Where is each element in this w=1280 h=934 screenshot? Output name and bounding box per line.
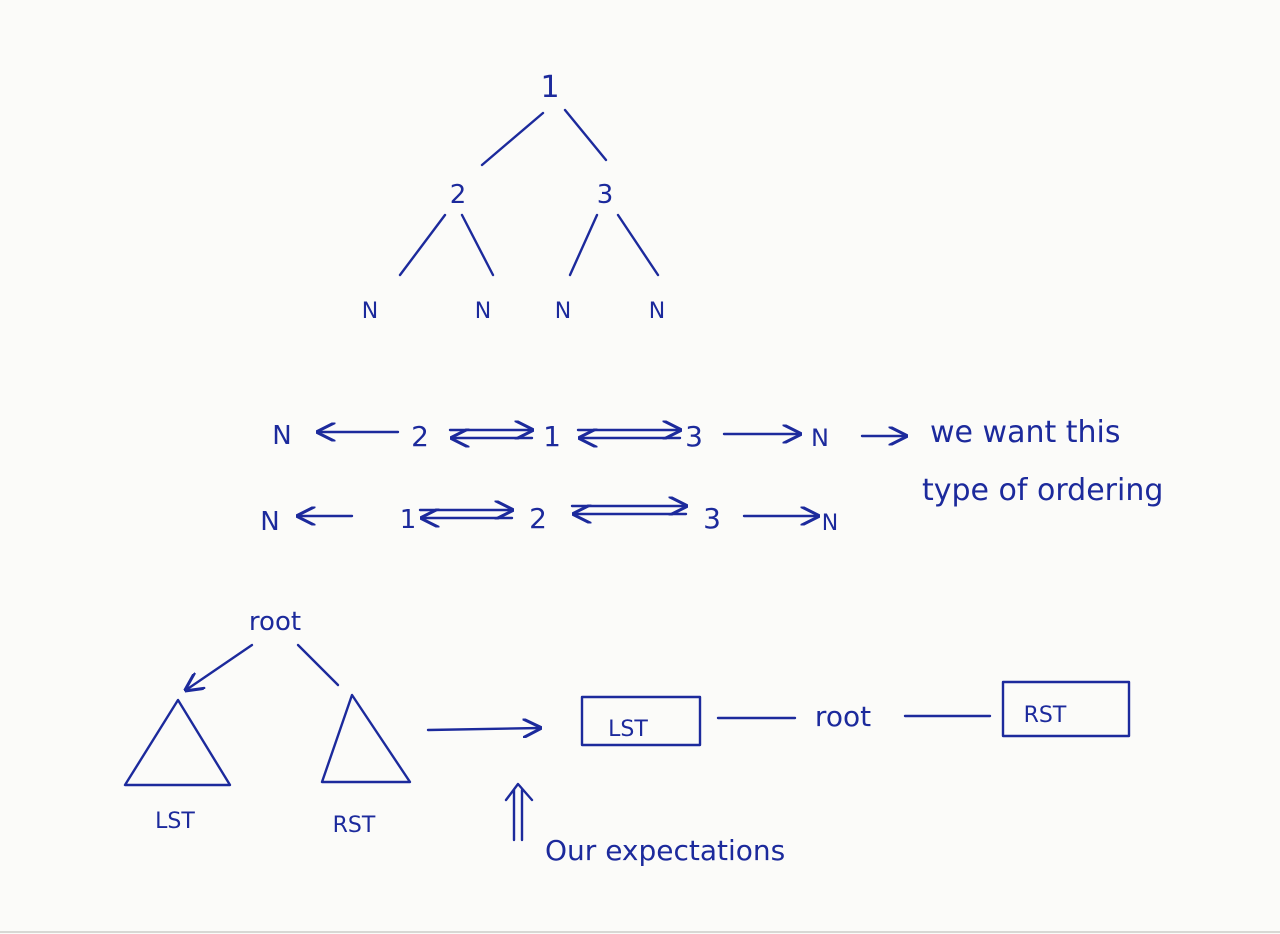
box-middle-label: root — [815, 700, 871, 733]
right-subtree-triangle — [320, 693, 412, 784]
tree-leaf: N — [362, 299, 378, 324]
binary-tree: 1 2 3 N N N N — [362, 70, 665, 324]
list-node: 2 — [411, 420, 429, 453]
list-node: 3 — [703, 502, 721, 535]
note-line-2: type of ordering — [922, 473, 1163, 508]
list-node: N — [272, 421, 291, 451]
note-line-1: we want this — [930, 415, 1121, 450]
ordering-row-1: N 2 1 3 N — [272, 420, 906, 453]
tree-leaf: N — [475, 299, 491, 324]
list-node: 1 — [543, 420, 561, 453]
tree-leaf: N — [555, 299, 571, 324]
list-node: N — [811, 424, 829, 452]
list-node: 2 — [529, 502, 547, 535]
left-subtree-label: LST — [155, 809, 195, 834]
tree-node-right: 3 — [597, 180, 614, 210]
box-right-label: RST — [1024, 703, 1067, 728]
root-label: root — [249, 607, 301, 637]
ordering-row-2: N 1 2 3 N — [260, 502, 838, 537]
transform-arrow — [426, 728, 540, 730]
double-up-arrow-icon — [504, 782, 534, 842]
edge-to-left-subtree — [186, 643, 254, 690]
list-node: 1 — [400, 505, 417, 535]
list-node: N — [260, 507, 279, 537]
box-left-label: LST — [608, 717, 648, 742]
tree-edge — [460, 213, 495, 277]
left-subtree-triangle — [123, 698, 232, 787]
tree-node-left: 2 — [450, 180, 467, 210]
caption: Our expectations — [545, 834, 785, 867]
right-subtree-label: RST — [333, 813, 376, 838]
tree-node-root: 1 — [540, 70, 559, 105]
tree-edge — [616, 213, 660, 277]
list-node: N — [822, 511, 838, 536]
tree-edge — [568, 213, 599, 277]
tree-edge — [398, 213, 447, 277]
subtree-diagram: root LST RST Our expectations LST root R… — [123, 607, 1131, 867]
edge-to-right-subtree — [296, 643, 340, 687]
tree-leaf: N — [649, 299, 665, 324]
tree-edge — [563, 108, 608, 162]
diagram-canvas: 1 2 3 N N N N N 2 1 3 N N 1 2 3 N we wan… — [0, 70, 1280, 933]
tree-edge — [480, 111, 545, 167]
list-node: 3 — [685, 420, 703, 453]
